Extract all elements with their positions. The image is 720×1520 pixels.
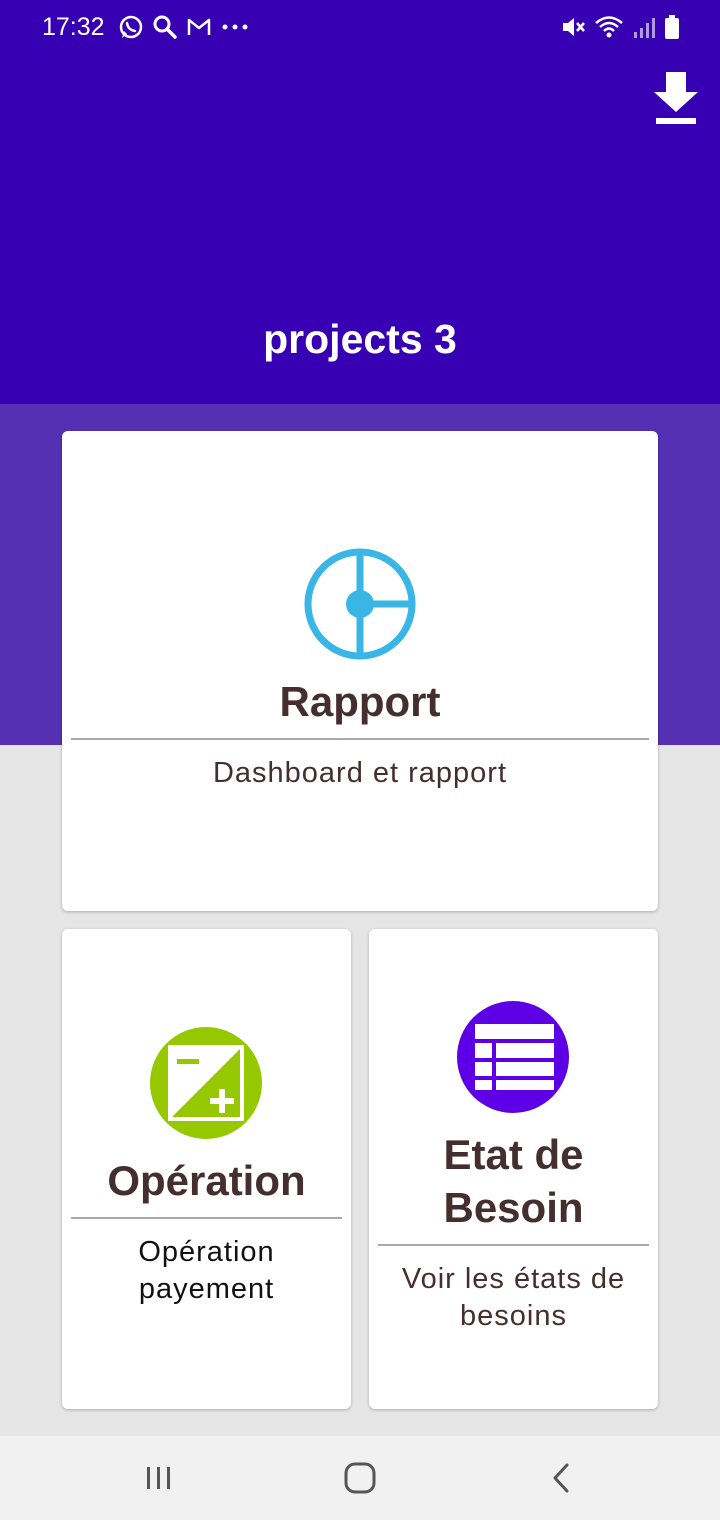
rapport-card[interactable]: Rapport Dashboard et rapport [62, 431, 658, 911]
operation-title: Opération [107, 1157, 306, 1204]
whatsapp-icon [119, 15, 143, 39]
battery-icon [665, 15, 679, 39]
besoin-title-line2: Besoin [443, 1184, 584, 1231]
table-list-icon [457, 1001, 569, 1113]
plus-minus-icon [150, 1027, 262, 1139]
recent-apps-button[interactable] [137, 1456, 181, 1500]
besoin-title-line1: Etat de [443, 1131, 584, 1178]
search-icon [153, 15, 177, 39]
signal-icon [634, 18, 655, 38]
rapport-divider [71, 738, 649, 740]
home-icon [344, 1462, 376, 1494]
download-button[interactable] [650, 68, 702, 126]
besoin-subtitle-line1: Voir les états de [401, 1263, 626, 1295]
besoin-card[interactable]: Etat de Besoin Voir les états de besoins [369, 929, 658, 1409]
gmail-icon [187, 18, 211, 35]
back-button[interactable] [540, 1456, 584, 1500]
operation-divider [71, 1217, 342, 1219]
download-icon [654, 72, 698, 124]
rapport-subtitle: Dashboard et rapport [212, 757, 508, 789]
operation-subtitle-line1: Opération [138, 1236, 275, 1268]
status-bar: 17:32 [0, 0, 720, 56]
besoin-divider [378, 1244, 649, 1246]
mute-icon [563, 18, 585, 36]
operation-subtitle-line2: payement [138, 1273, 275, 1305]
wifi-icon [595, 16, 623, 38]
system-nav-bar [0, 1436, 720, 1520]
operation-card[interactable]: Opération Opération payement [62, 929, 351, 1409]
besoin-subtitle-line2: besoins [460, 1300, 567, 1332]
status-time: 17:32 [42, 13, 105, 41]
back-icon [553, 1463, 569, 1493]
recent-apps-icon [147, 1467, 170, 1489]
home-button[interactable] [338, 1456, 382, 1500]
chart-icon [304, 548, 416, 660]
page-title: projects 3 [263, 316, 457, 362]
rapport-title: Rapport [279, 678, 441, 725]
more-icon [222, 24, 248, 30]
